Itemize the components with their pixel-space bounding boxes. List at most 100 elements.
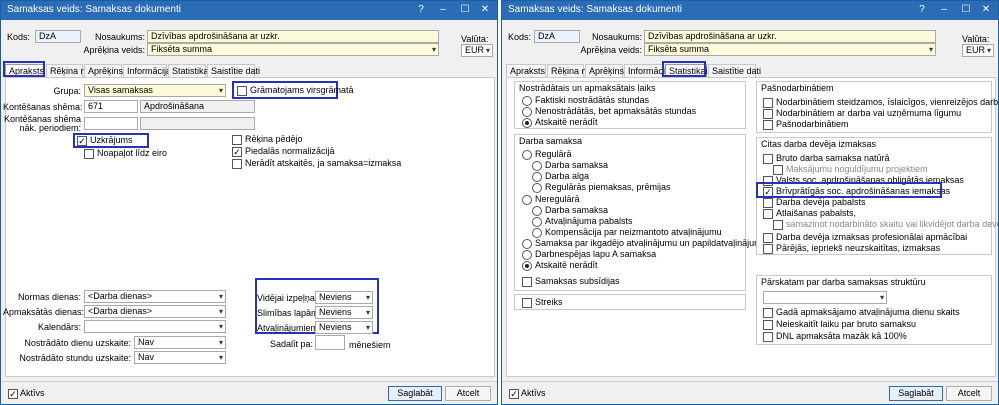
tab-informacija[interactable]: Informācija: [624, 64, 672, 77]
neradit-checkbox[interactable]: [232, 159, 242, 169]
kods-input[interactable]: DzA: [534, 30, 580, 43]
maximize-icon[interactable]: ☐: [459, 4, 471, 16]
kontesanas-shema-nak-input[interactable]: [84, 117, 138, 130]
save-button[interactable]: Saglabāt: [388, 386, 442, 401]
cancel-button[interactable]: Atcelt: [946, 386, 992, 401]
tab-statistikai[interactable]: Statistikai: [168, 64, 211, 77]
valuta-select[interactable]: EUR ▾: [461, 44, 493, 57]
radio-nereg-kompensacija[interactable]: [532, 228, 542, 238]
parejas-checkbox[interactable]: [763, 244, 773, 254]
dnl-label: DNL apmaksāta mazāk kā 100%: [776, 331, 907, 341]
uzkrajums-checkbox[interactable]: ✓: [77, 136, 87, 146]
tab-aprekins[interactable]: Aprēķins: [585, 64, 624, 77]
chevron-down-icon: ▾: [928, 45, 933, 54]
tab-aprekins[interactable]: Aprēķins: [84, 64, 123, 77]
kalendars-select[interactable]: ▾: [84, 320, 226, 333]
kontesanas-shema-nak-label-2: nāk. periodiem:: [19, 123, 81, 133]
piedalas-checkbox[interactable]: ✓: [232, 147, 242, 157]
tab-rekina-no[interactable]: Rēķina no: [46, 64, 91, 77]
highlight-apraksts-tab: [3, 61, 45, 77]
aprekina-veids-value: Fiksēta summa: [151, 44, 213, 54]
help-icon[interactable]: ?: [415, 4, 427, 16]
noapalot-checkbox[interactable]: [84, 149, 94, 159]
gada-dienu-label: Gadā apmaksājamo atvaļinājuma dienu skai…: [776, 307, 960, 317]
help-icon[interactable]: ?: [916, 4, 928, 16]
minimize-icon[interactable]: –: [437, 4, 449, 16]
highlight-brivpratigas: [756, 182, 942, 198]
right-tab-bar: Apraksts Rēķina no Aprēķins Informācija …: [506, 64, 996, 77]
close-icon[interactable]: ✕: [980, 4, 992, 16]
atvalinajumiem-select[interactable]: Neviens ▾: [315, 321, 373, 334]
aktivs-checkbox[interactable]: ✓: [8, 389, 18, 399]
radio-neregulara[interactable]: [522, 195, 532, 205]
neieskaitit-checkbox[interactable]: [763, 320, 773, 330]
apmaksatas-dienas-select[interactable]: <Darba dienas> ▾: [84, 305, 226, 318]
highlight-statistikai-tab: [662, 61, 706, 77]
save-button[interactable]: Saglabāt: [889, 386, 943, 401]
valuta-select[interactable]: EUR ▾: [962, 44, 994, 57]
aprekina-veids-select[interactable]: Fiksēta summa ▾: [644, 43, 936, 56]
left-title-bar[interactable]: Samaksas veids: Samaksas dokumenti ? – ☐…: [1, 1, 497, 20]
tab-saistitie-dati[interactable]: Saistītie dati: [708, 64, 761, 77]
samaksas-subsidijas-checkbox[interactable]: [522, 277, 532, 287]
normas-dienas-select[interactable]: <Darba dienas> ▾: [84, 290, 226, 303]
radio-nenostradatas[interactable]: [522, 107, 532, 117]
slimibas-select[interactable]: Neviens ▾: [315, 306, 373, 319]
profesionalai-checkbox[interactable]: [763, 233, 773, 243]
kontesanas-shema-input[interactable]: 671: [84, 100, 138, 113]
cancel-button[interactable]: Atcelt: [445, 386, 491, 401]
kods-input[interactable]: DzA: [35, 30, 81, 43]
gada-dienu-checkbox[interactable]: [763, 308, 773, 318]
rekina-pedejo-checkbox[interactable]: [232, 135, 242, 145]
maximize-icon[interactable]: ☐: [960, 4, 972, 16]
tab-apraksts[interactable]: Apraksts: [506, 64, 546, 77]
chevron-down-icon: ▾: [431, 45, 436, 54]
radio-ikgadejo[interactable]: [522, 239, 532, 249]
radio-nereg-pabalsts[interactable]: [532, 217, 542, 227]
bruto-checkbox[interactable]: [763, 154, 773, 164]
radio-reg-darba-alga[interactable]: [532, 172, 542, 182]
videjai-select[interactable]: Neviens ▾: [315, 291, 373, 304]
radio-regulara-label: Regulārā: [535, 149, 572, 159]
radio-reg-darba-samaksa[interactable]: [532, 161, 542, 171]
gramatojams-checkbox[interactable]: [237, 86, 247, 96]
maksajumu-checkbox[interactable]: [773, 165, 783, 175]
streiks-checkbox[interactable]: [522, 298, 532, 308]
radio-ds-neradit-label: Atskaitē nerādīt: [535, 260, 598, 270]
sadalit-input[interactable]: [315, 335, 345, 350]
radio-faktiski[interactable]: [522, 96, 532, 106]
pasnod-steidzamos-checkbox[interactable]: [763, 98, 773, 108]
aktivs-label: Aktīvs: [20, 388, 45, 398]
close-icon[interactable]: ✕: [479, 4, 491, 16]
sadalit-label: Sadalīt pa:: [269, 339, 313, 349]
aktivs-checkbox[interactable]: ✓: [509, 389, 519, 399]
pasnod-steidzamos-label: Nodarbinātiem steidzamos, īslaicīgos, vi…: [776, 97, 999, 107]
grupa-select[interactable]: Visas samaksas ▾: [84, 84, 226, 97]
chevron-down-icon: ▾: [986, 46, 991, 55]
right-title-bar[interactable]: Samaksas veids: Samaksas dokumenti ? – ☐…: [502, 1, 998, 20]
tab-rekina-no[interactable]: Rēķina no: [547, 64, 592, 77]
darba-deveja-pabalsts-checkbox[interactable]: [763, 198, 773, 208]
nosaukums-input[interactable]: Dzīvības apdrošināšana ar uzkr.: [147, 30, 439, 43]
nosaukums-input[interactable]: Dzīvības apdrošināšana ar uzkr.: [644, 30, 936, 43]
aprekina-veids-select[interactable]: Fiksēta summa ▾: [147, 43, 439, 56]
atlaisanas-checkbox[interactable]: [763, 209, 773, 219]
pasnod-pasnodarbinatiem-checkbox[interactable]: [763, 120, 773, 130]
radio-nostr-neradit[interactable]: [522, 118, 532, 128]
radio-reg-piemaksas[interactable]: [532, 183, 542, 193]
parskatam-select[interactable]: ▾: [763, 291, 887, 304]
minimize-icon[interactable]: –: [938, 4, 950, 16]
radio-darbnespejas[interactable]: [522, 250, 532, 260]
parejas-label: Pārējās, iepriekš neuzskaitītas, izmaksa…: [776, 243, 941, 253]
samazinot-checkbox[interactable]: [773, 220, 783, 230]
radio-regulara[interactable]: [522, 150, 532, 160]
nostradato-dienu-select[interactable]: Nav ▾: [134, 336, 226, 349]
radio-ds-neradit[interactable]: [522, 261, 532, 271]
tab-saistitie-dati[interactable]: Saistītie dati: [207, 64, 260, 77]
nostradato-stundu-select[interactable]: Nav ▾: [134, 351, 226, 364]
chevron-down-icon: ▾: [218, 353, 223, 362]
radio-nereg-darba-samaksa[interactable]: [532, 206, 542, 216]
tab-informacija[interactable]: Informācija: [123, 64, 171, 77]
pasnod-ligumu-checkbox[interactable]: [763, 109, 773, 119]
dnl-checkbox[interactable]: [763, 332, 773, 342]
